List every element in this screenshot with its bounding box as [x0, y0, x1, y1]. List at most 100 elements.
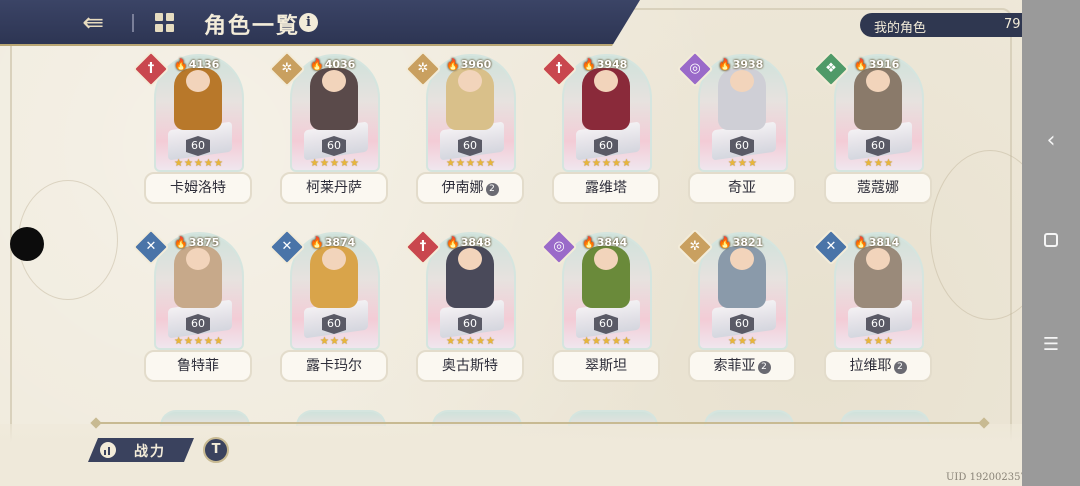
duplicate-badge: 2 — [485, 183, 499, 196]
character-name: 鲁特菲 — [177, 358, 219, 374]
duplicate-badge: 2 — [893, 361, 907, 374]
level-badge: 60 — [866, 314, 890, 334]
character-portrait — [718, 246, 766, 308]
character-name-plate: 鲁特菲 — [144, 350, 252, 382]
power-value: 4136 — [188, 58, 220, 71]
character-card[interactable]: 🔥3874 60 ★★★ 露卡玛尔 ✕ — [268, 228, 388, 382]
character-portrait — [310, 246, 358, 308]
character-portrait — [174, 68, 222, 130]
flame-icon: 🔥 — [310, 58, 324, 71]
character-name-plate: 柯莱丹萨 — [280, 172, 388, 204]
character-name: 奇亚 — [728, 180, 756, 196]
star-rating: ★★★ — [728, 158, 758, 169]
character-portrait — [582, 68, 630, 130]
power-value: 3814 — [868, 236, 900, 249]
duplicate-badge: 2 — [757, 361, 771, 374]
power-value: 3848 — [460, 236, 492, 249]
page-title: 角色一覧 — [204, 14, 301, 39]
character-name: 柯莱丹萨 — [306, 180, 362, 196]
character-card[interactable]: 🔥3960 60 ★★★★★ 伊南娜 2 ✲ — [404, 50, 524, 204]
character-portrait — [446, 246, 494, 308]
character-card[interactable]: 🔥4036 60 ★★★★★ 柯莱丹萨 ✲ — [268, 50, 388, 204]
star-rating: ★★★★★ — [582, 158, 632, 169]
combat-power: 🔥3916 — [854, 58, 899, 71]
power-value: 3938 — [732, 58, 764, 71]
flame-icon: 🔥 — [310, 236, 324, 249]
character-card[interactable]: 🔥3844 60 ★★★★★ 翠斯坦 ◎ — [540, 228, 660, 382]
character-name-plate: 拉维耶 2 — [824, 350, 932, 382]
level-badge: 60 — [322, 314, 346, 334]
nav-back-icon[interactable]: ‹ — [1022, 128, 1080, 153]
element-glyph: ✕ — [825, 239, 837, 254]
filter-button[interactable]: T — [203, 437, 229, 463]
character-name: 翠斯坦 — [585, 358, 627, 374]
nav-home-icon[interactable] — [1022, 232, 1080, 251]
power-value: 3916 — [868, 58, 900, 71]
character-card[interactable]: 🔥4136 60 ★★★★★ 卡姆洛特 † — [132, 50, 252, 204]
power-value: 3960 — [460, 58, 492, 71]
element-glyph: ◎ — [553, 239, 565, 254]
nav-menu-icon[interactable]: ☰ — [1022, 334, 1080, 355]
flame-icon: 🔥 — [718, 58, 732, 71]
character-card[interactable]: 🔥3916 60 ★★★ 蔻蔻娜 ❖ — [812, 50, 932, 204]
character-name: 蔻蔻娜 — [857, 180, 899, 196]
combat-power: 🔥3844 — [582, 236, 627, 249]
character-name: 露维塔 — [585, 180, 627, 196]
star-rating: ★★★ — [728, 336, 758, 347]
power-value: 3875 — [188, 236, 220, 249]
sort-label: 战力 — [134, 444, 166, 460]
character-name: 伊南娜 — [441, 180, 484, 196]
power-value: 3874 — [324, 236, 356, 249]
character-name-plate: 露卡玛尔 — [280, 350, 388, 382]
star-rating: ★★★★★ — [446, 158, 496, 169]
character-card[interactable]: 🔥3875 60 ★★★★★ 鲁特菲 ✕ — [132, 228, 252, 382]
combat-power: 🔥3874 — [310, 236, 355, 249]
combat-power: 🔥3960 — [446, 58, 491, 71]
character-name: 拉维耶 — [849, 358, 892, 374]
element-glyph: ✲ — [689, 239, 701, 254]
star-rating: ★★★ — [864, 158, 894, 169]
star-rating: ★★★★★ — [174, 336, 224, 347]
combat-power: 🔥3938 — [718, 58, 763, 71]
character-name-plate: 卡姆洛特 — [144, 172, 252, 204]
level-badge: 60 — [458, 314, 482, 334]
level-badge: 60 — [594, 314, 618, 334]
character-name-plate: 奥古斯特 — [416, 350, 524, 382]
combat-power: 🔥4036 — [310, 58, 355, 71]
character-card[interactable]: 🔥3938 60 ★★★ 奇亚 ◎ — [676, 50, 796, 204]
sort-button[interactable]: 战力 — [88, 438, 194, 462]
character-name-plate: 伊南娜 2 — [416, 172, 524, 204]
header-divider — [132, 14, 134, 32]
character-card[interactable]: 🔥3948 60 ★★★★★ 露维塔 † — [540, 50, 660, 204]
character-name-plate: 露维塔 — [552, 172, 660, 204]
level-badge: 60 — [186, 314, 210, 334]
flame-icon: 🔥 — [582, 58, 596, 71]
power-value: 3844 — [596, 236, 628, 249]
character-portrait — [854, 68, 902, 130]
power-value: 3821 — [732, 236, 764, 249]
flame-icon: 🔥 — [854, 58, 868, 71]
character-card[interactable]: 🔥3848 60 ★★★★★ 奥古斯特 † — [404, 228, 524, 382]
system-navigation-bar: ‹ ☰ — [1022, 0, 1080, 486]
grid-icon[interactable] — [155, 13, 175, 33]
top-header: ⇚ 角色一覧 i — [0, 0, 640, 46]
star-rating: ★★★★★ — [582, 336, 632, 347]
combat-power: 🔥3814 — [854, 236, 899, 249]
info-icon[interactable]: i — [299, 13, 318, 32]
star-rating: ★★★★★ — [446, 336, 496, 347]
character-card[interactable]: 🔥3821 60 ★★★ 索菲亚 2 ✲ — [676, 228, 796, 382]
element-glyph: ✲ — [417, 61, 429, 76]
power-value: 4036 — [324, 58, 356, 71]
character-card[interactable]: 🔥3814 60 ★★★ 拉维耶 2 ✕ — [812, 228, 932, 382]
level-badge: 60 — [458, 136, 482, 156]
level-badge: 60 — [322, 136, 346, 156]
star-rating: ★★★ — [320, 336, 350, 347]
floating-assist-ball[interactable] — [10, 227, 44, 261]
element-glyph: ◎ — [689, 61, 701, 76]
bar-chart-icon — [100, 442, 116, 458]
combat-power: 🔥3848 — [446, 236, 491, 249]
element-glyph: ✕ — [281, 239, 293, 254]
character-portrait — [582, 246, 630, 308]
power-value: 3948 — [596, 58, 628, 71]
back-arrow-icon[interactable]: ⇚ — [76, 8, 110, 38]
